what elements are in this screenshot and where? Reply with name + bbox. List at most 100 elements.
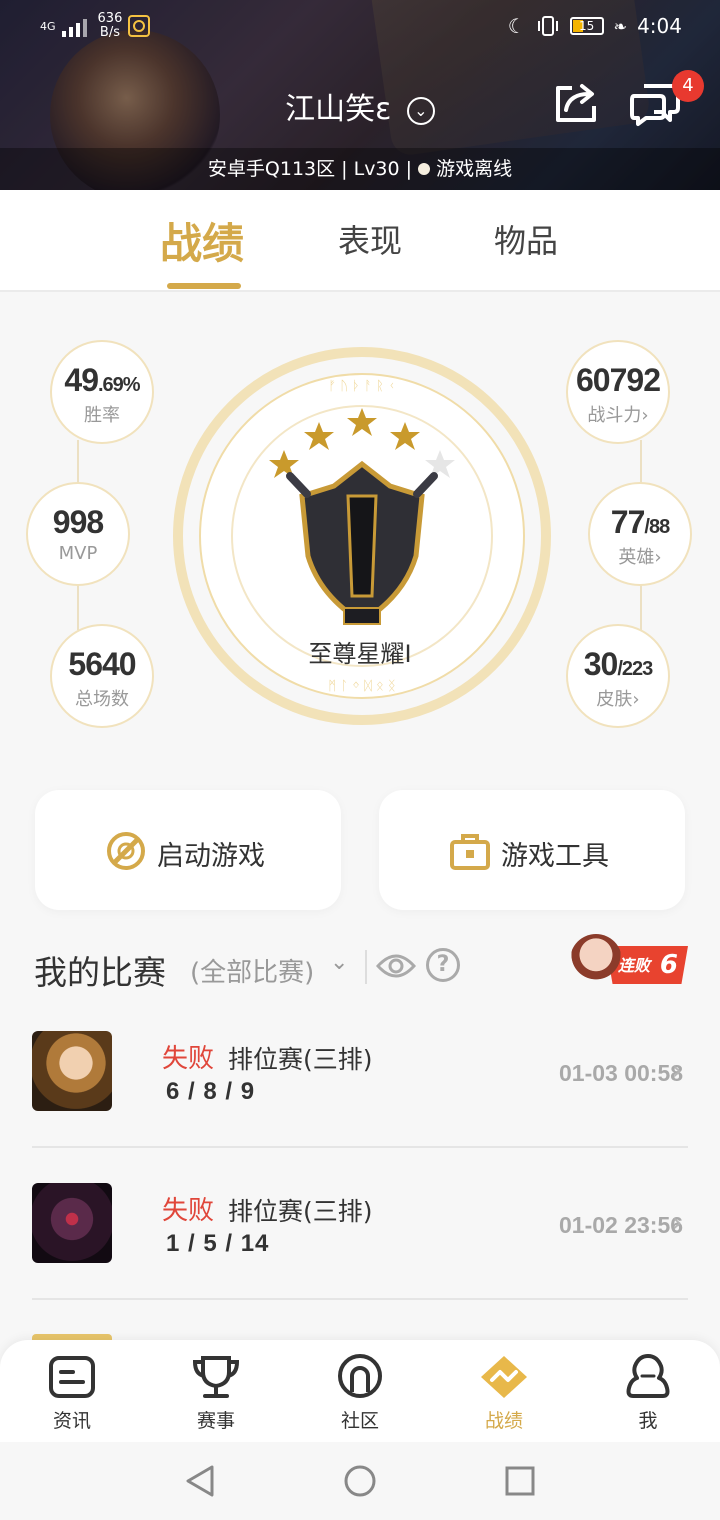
chevron-down-icon: ⌄ xyxy=(406,97,435,125)
message-badge: 4 xyxy=(672,70,704,102)
power-value: 60792 xyxy=(576,362,661,398)
total-matches-label: 总场数 xyxy=(75,689,129,710)
tab-performance[interactable]: 表现 xyxy=(338,216,402,262)
tab-bar: 战绩 表现 物品 xyxy=(0,190,720,292)
nav-community-label: 社区 xyxy=(340,1410,379,1432)
nav-stats[interactable]: 战绩 xyxy=(454,1354,554,1433)
network-label: 4G xyxy=(40,19,56,33)
status-dot xyxy=(418,163,431,175)
trophy-icon xyxy=(192,1356,240,1398)
match-filter[interactable]: (全部比赛) xyxy=(190,952,314,989)
rank-emblem[interactable]: ᚠ ᚢ ᚦ ᚨ ᚱ ᚲ ᛗ ᛚ ᛜ ᛞ ᛟ ᛝ xyxy=(172,346,552,726)
mvp-stat: 998 MVP xyxy=(26,482,130,586)
win-rate-decimal: .69% xyxy=(98,374,141,396)
match-kda: 6 / 8 / 9 xyxy=(166,1078,256,1105)
launch-game-button[interactable]: 启动游戏 xyxy=(35,790,341,910)
heroes-stat[interactable]: 77/88 英雄› xyxy=(588,482,692,586)
online-status: 游戏离线 xyxy=(436,158,513,180)
heroes-total: /88 xyxy=(644,516,670,538)
eye-icon[interactable] xyxy=(376,948,416,984)
match-row[interactable]: 失败 排位赛(三排) 6 / 8 / 9 01-03 00:58 › xyxy=(0,1030,720,1180)
share-icon[interactable] xyxy=(552,80,600,124)
losing-streak-badge: 连败 6 xyxy=(570,934,688,986)
nav-community[interactable]: 社区 xyxy=(310,1354,410,1433)
tab-items[interactable]: 物品 xyxy=(494,216,558,262)
tab-record[interactable]: 战绩 xyxy=(160,210,244,271)
match-mode: 排位赛(三排) xyxy=(228,1197,373,1226)
heroes-value: 77 xyxy=(610,504,646,540)
community-icon xyxy=(338,1354,382,1398)
game-tools-button[interactable]: 游戏工具 xyxy=(379,790,685,910)
win-rate-stat: 49.69% 胜率 xyxy=(50,340,154,444)
streak-count: 6 xyxy=(659,950,678,980)
network-speed: 636 B/s xyxy=(97,11,123,40)
streak-avatar xyxy=(570,934,622,986)
battery-icon: 15 xyxy=(569,17,604,35)
active-tab-indicator xyxy=(167,283,241,289)
profile-icon xyxy=(626,1354,670,1398)
player-name: 江山笑ε xyxy=(285,92,392,127)
recents-icon[interactable] xyxy=(504,1465,536,1497)
profile-header: 4G 636 B/s ☾ 15 ❧ 4:04 江山笑ε ⌄ 4 安卓手Q113区… xyxy=(0,0,720,190)
launch-icon xyxy=(107,832,145,870)
win-rate-label: 胜率 xyxy=(84,405,120,426)
system-navigation xyxy=(0,1442,720,1520)
svg-text:ᚠ ᚢ ᚦ ᚨ ᚱ ᚲ: ᚠ ᚢ ᚦ ᚨ ᚱ ᚲ xyxy=(328,379,395,394)
rank-name: 至尊星耀I xyxy=(308,640,412,668)
game-tools-label: 游戏工具 xyxy=(501,841,609,872)
chevron-right-icon: › xyxy=(672,1208,683,1238)
nav-news[interactable]: 资讯 xyxy=(22,1354,122,1433)
toolbox-icon xyxy=(450,834,490,870)
leaf-icon: ❧ xyxy=(613,16,628,36)
power-label: 战斗力 xyxy=(587,405,642,426)
chevron-right-icon: › xyxy=(641,405,649,426)
matches-title: 我的比赛 xyxy=(34,953,166,992)
nav-events-label: 赛事 xyxy=(196,1410,235,1432)
match-row[interactable]: 失败 排位赛(三排) 1 / 5 / 14 01-02 23:56 › xyxy=(0,1182,720,1332)
vibrate-icon xyxy=(537,16,558,36)
help-icon[interactable]: ? xyxy=(426,948,460,982)
chevron-right-icon: › xyxy=(632,689,640,710)
server-info-bar: 安卓手Q113区 | Lv30 | 游戏离线 xyxy=(0,148,720,190)
stats-icon xyxy=(481,1356,527,1398)
divider xyxy=(365,950,367,984)
news-icon xyxy=(49,1356,95,1398)
svg-text:ᛗ ᛚ ᛜ ᛞ ᛟ ᛝ: ᛗ ᛚ ᛜ ᛞ ᛟ ᛝ xyxy=(328,679,395,694)
app-notification-icon xyxy=(128,15,151,37)
home-icon[interactable] xyxy=(343,1464,377,1498)
divider xyxy=(32,1298,688,1300)
mvp-value: 998 xyxy=(52,504,104,540)
back-icon[interactable] xyxy=(184,1464,216,1498)
match-time: 01-02 23:56 xyxy=(559,1212,684,1238)
chevron-right-icon: › xyxy=(654,547,662,568)
match-time: 01-03 00:58 xyxy=(559,1060,684,1086)
match-mode: 排位赛(三排) xyxy=(228,1045,373,1074)
clock: 4:04 xyxy=(637,14,682,38)
streak-label: 连败 xyxy=(618,956,651,975)
chevron-right-icon: › xyxy=(672,1056,683,1086)
match-result: 失败 xyxy=(162,1044,215,1074)
power-stat[interactable]: 60792 战斗力› xyxy=(566,340,670,444)
status-bar: 4G 636 B/s ☾ 15 ❧ 4:04 xyxy=(0,0,720,54)
win-rate-value: 49 xyxy=(64,362,99,398)
moon-icon: ☾ xyxy=(507,14,526,38)
nav-profile[interactable]: 我 xyxy=(598,1354,698,1433)
chevron-down-icon[interactable]: ⌄ xyxy=(330,950,348,975)
divider xyxy=(32,1146,688,1148)
nav-news-label: 资讯 xyxy=(52,1410,91,1432)
hero-avatar xyxy=(32,1031,112,1111)
match-kda: 1 / 5 / 14 xyxy=(166,1230,270,1257)
nav-profile-label: 我 xyxy=(638,1410,658,1432)
heroes-label: 英雄 xyxy=(618,547,655,568)
hero-avatar xyxy=(32,1183,112,1263)
match-result: 失败 xyxy=(162,1196,215,1226)
nav-events[interactable]: 赛事 xyxy=(166,1354,266,1433)
launch-game-label: 启动游戏 xyxy=(157,841,265,872)
skins-label: 皮肤 xyxy=(596,689,633,710)
server-info: 安卓手Q113区 | Lv30 | xyxy=(207,158,413,180)
bottom-navigation: 资讯 赛事 社区 战绩 我 xyxy=(0,1340,720,1442)
signal-icon xyxy=(61,19,87,37)
nav-stats-label: 战绩 xyxy=(484,1410,523,1432)
mvp-label: MVP xyxy=(58,543,98,564)
player-name-selector[interactable]: 江山笑ε ⌄ xyxy=(0,84,720,128)
